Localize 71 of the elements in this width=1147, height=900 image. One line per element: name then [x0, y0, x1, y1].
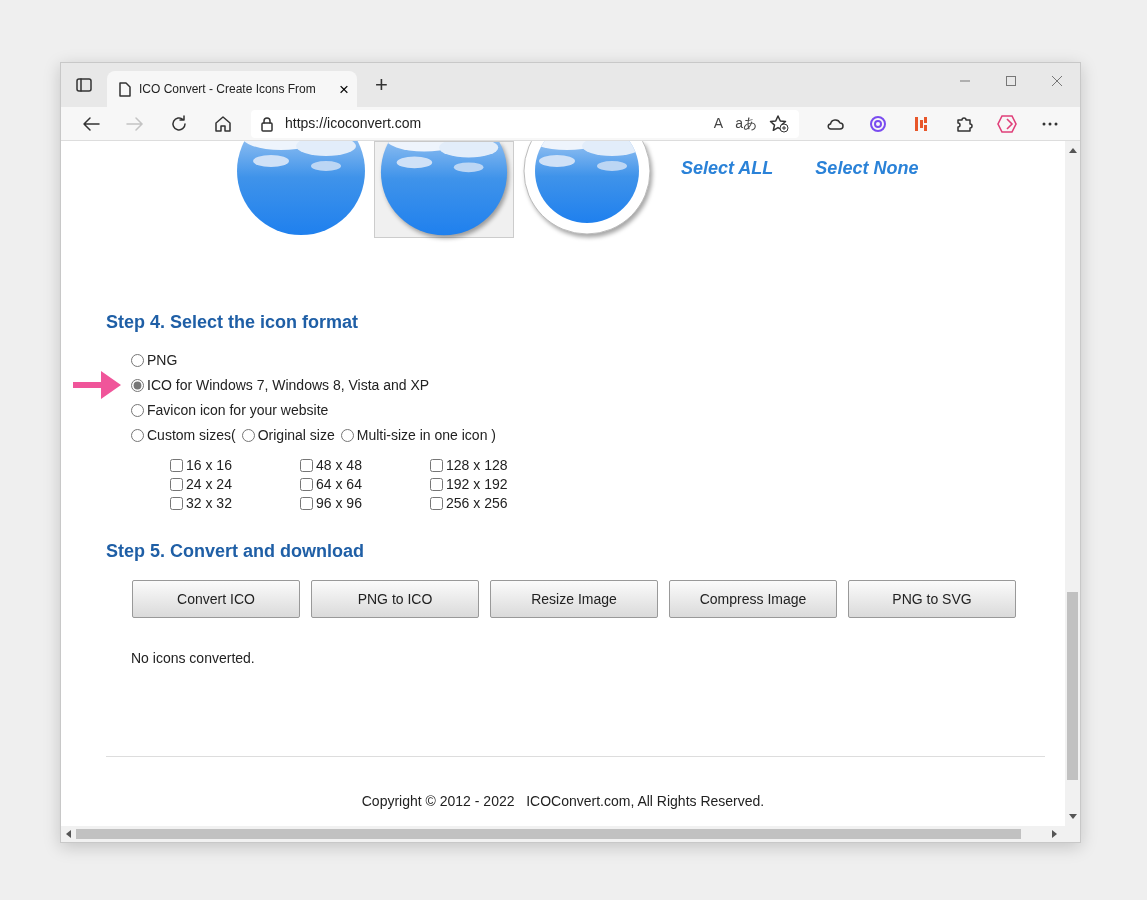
puzzle-icon[interactable] — [954, 114, 973, 133]
checkbox-label: 96 x 96 — [316, 493, 362, 513]
radio-label: Favicon icon for your website — [147, 400, 329, 420]
star-plus-icon[interactable] — [769, 115, 789, 134]
scroll-up-icon[interactable] — [1068, 147, 1077, 153]
checkbox[interactable] — [430, 496, 443, 510]
radio-label: PNG — [147, 350, 178, 370]
home-icon[interactable] — [214, 114, 232, 133]
radio-label: Custom sizes( — [147, 425, 236, 445]
checkbox-label: 64 x 64 — [316, 474, 362, 494]
page-icon — [119, 82, 131, 98]
radio-label: Original size — [257, 425, 335, 445]
translate-button[interactable]: aあ — [735, 113, 757, 134]
horizontal-scrollbar[interactable] — [61, 826, 1080, 842]
address-bar[interactable]: https://icoconvert.com A aあ — [251, 109, 799, 138]
scroll-left-icon[interactable] — [65, 830, 71, 838]
scrollbar-thumb[interactable] — [1067, 592, 1078, 780]
vertical-scrollbar[interactable] — [1065, 141, 1080, 826]
radio-button[interactable] — [131, 428, 144, 442]
section-heading: Step 4. Select the icon format — [106, 312, 360, 334]
hexagon-icon[interactable] — [996, 114, 1017, 133]
scroll-right-icon[interactable] — [1052, 830, 1058, 838]
checkbox[interactable] — [430, 477, 443, 491]
convert-button[interactable]: PNG to SVG — [848, 580, 1016, 619]
radio-label: Multi-size in one icon ) — [356, 425, 496, 445]
radio-label: ICO for Windows 7, Windows 8, Vista and XP — [147, 375, 430, 395]
section-heading: Step 5. Convert and download — [106, 539, 366, 563]
refresh-icon[interactable] — [170, 114, 188, 133]
convert-button[interactable]: Compress Image — [669, 580, 837, 619]
checkbox-label: 256 x 256 — [446, 493, 508, 513]
tab-title: ICO Convert - Create Icons From — [139, 81, 317, 98]
checkbox[interactable] — [430, 458, 443, 472]
checkbox-label: 128 x 128 — [446, 455, 508, 475]
convert-button[interactable]: PNG to ICO — [311, 580, 479, 619]
checkbox-label: 32 x 32 — [186, 493, 232, 513]
status-text: No icons converted. — [131, 649, 256, 669]
checkbox-label: 24 x 24 — [186, 474, 232, 494]
radio-button[interactable] — [340, 428, 354, 442]
checkbox[interactable] — [170, 477, 183, 491]
select-link[interactable]: Select ALL — [681, 155, 774, 182]
convert-button[interactable]: Convert ICO — [132, 580, 300, 619]
convert-button[interactable]: Resize Image — [490, 580, 658, 619]
sidebar-icon[interactable] — [76, 77, 92, 93]
back-icon[interactable] — [82, 115, 100, 132]
more-icon[interactable] — [1041, 121, 1058, 126]
maximize-icon[interactable] — [1005, 75, 1017, 87]
checkbox[interactable] — [170, 458, 183, 472]
url-text: https://icoconvert.com — [285, 114, 423, 133]
radio-button[interactable] — [131, 378, 144, 392]
radio-button[interactable] — [241, 428, 255, 442]
checkbox-label: 192 x 192 — [446, 474, 508, 494]
radio-button[interactable] — [131, 353, 144, 367]
new-tab-button[interactable]: + — [369, 73, 394, 97]
scroll-down-icon[interactable] — [1068, 814, 1077, 820]
cloud-icon[interactable] — [825, 116, 844, 131]
checkbox-label: 48 x 48 — [316, 455, 362, 475]
scrollbar-thumb[interactable] — [76, 829, 1021, 839]
close-tab-button[interactable]: × — [339, 80, 349, 98]
checkbox[interactable] — [300, 477, 313, 491]
lock-icon — [261, 116, 273, 132]
select-link[interactable]: Select None — [815, 155, 919, 182]
checkbox[interactable] — [170, 496, 183, 510]
checkbox-label: 16 x 16 — [186, 455, 232, 475]
read-aloud-button[interactable]: A — [713, 113, 724, 134]
browser-tab[interactable]: ICO Convert - Create Icons From × — [107, 71, 357, 107]
checkbox[interactable] — [300, 458, 313, 472]
bars-icon[interactable] — [913, 114, 928, 133]
radio-button[interactable] — [131, 403, 144, 417]
copyright-text: Copyright © 2012 - 2022 ICOConvert.com, All Rights Reserved. — [360, 792, 766, 812]
close-icon[interactable] — [1051, 75, 1063, 87]
checkbox[interactable] — [300, 496, 313, 510]
